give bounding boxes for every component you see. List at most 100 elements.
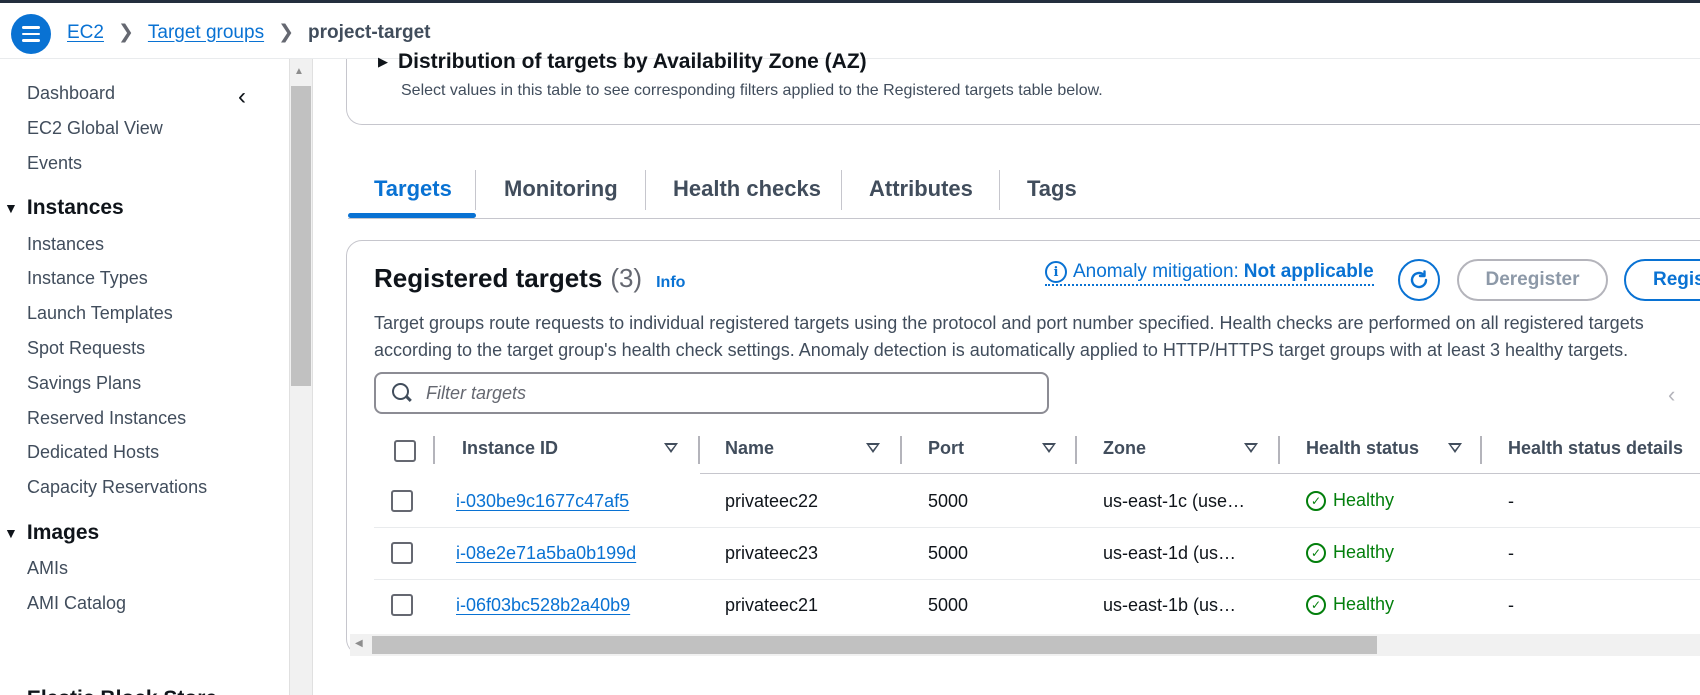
target-zone: us-east-1b (us… bbox=[1103, 595, 1237, 615]
row-checkbox[interactable] bbox=[391, 490, 413, 512]
sidebar-section-elastic-block-store[interactable]: ▼ Elastic Block Store bbox=[4, 687, 217, 695]
tab-divider bbox=[475, 170, 476, 210]
anomaly-mitigation-value: Not applicable bbox=[1243, 261, 1374, 282]
tab-divider bbox=[645, 170, 646, 210]
target-zone: us-east-1d (us… bbox=[1103, 543, 1237, 563]
az-distribution-title: Distribution of targets by Availability … bbox=[398, 50, 867, 73]
tab-monitoring[interactable]: Monitoring bbox=[504, 176, 618, 202]
instance-id-link[interactable]: i-08e2e71a5ba0b199d bbox=[456, 543, 636, 564]
sidebar-item-spot-requests[interactable]: Spot Requests bbox=[27, 338, 145, 359]
row-divider bbox=[374, 527, 1700, 528]
column-header-port[interactable]: Port bbox=[928, 438, 964, 459]
target-port: 5000 bbox=[928, 491, 969, 511]
column-header-zone[interactable]: Zone bbox=[1103, 438, 1146, 459]
target-zone: us-east-1c (use… bbox=[1103, 491, 1246, 511]
health-status: ✓ Healthy bbox=[1306, 490, 1394, 511]
row-checkbox[interactable] bbox=[391, 594, 413, 616]
health-status: ✓ Healthy bbox=[1306, 542, 1394, 563]
column-divider bbox=[1278, 436, 1280, 464]
registered-targets-header: Registered targets (3) Info bbox=[374, 263, 685, 294]
caret-down-icon: ▼ bbox=[4, 200, 18, 216]
tab-baseline bbox=[348, 218, 1700, 219]
column-header-health-status[interactable]: Health status bbox=[1306, 438, 1419, 459]
sidebar-item-savings-plans[interactable]: Savings Plans bbox=[27, 373, 141, 394]
filter-targets-field[interactable] bbox=[374, 372, 1049, 414]
select-all-checkbox[interactable] bbox=[394, 440, 416, 462]
sidebar: Dashboard ‹ EC2 Global View Events ▼ Ins… bbox=[0, 59, 290, 695]
sort-icon[interactable] bbox=[1042, 443, 1056, 453]
filter-targets-input[interactable] bbox=[426, 382, 1026, 404]
sidebar-item-dedicated-hosts[interactable]: Dedicated Hosts bbox=[27, 442, 159, 463]
breadcrumb-ec2[interactable]: EC2 bbox=[67, 22, 104, 44]
registered-targets-description: Target groups route requests to individu… bbox=[374, 310, 1700, 364]
sidebar-item-instance-types[interactable]: Instance Types bbox=[27, 268, 148, 289]
scroll-up-arrow-icon[interactable]: ▲ bbox=[294, 66, 304, 77]
sidebar-section-label: Elastic Block Store bbox=[27, 687, 217, 695]
sidebar-section-images[interactable]: ▼ Images bbox=[4, 521, 99, 545]
az-distribution-toggle[interactable]: ▶ Distribution of targets by Availabilit… bbox=[378, 50, 867, 74]
sort-icon[interactable] bbox=[1244, 443, 1258, 453]
tab-tags[interactable]: Tags bbox=[1027, 176, 1077, 202]
caret-right-icon: ▶ bbox=[378, 54, 388, 69]
sort-icon[interactable] bbox=[664, 443, 678, 453]
breadcrumb-current: project-target bbox=[308, 21, 431, 43]
sidebar-item-amis[interactable]: AMIs bbox=[27, 558, 68, 579]
column-header-name[interactable]: Name bbox=[725, 438, 774, 459]
sidebar-item-launch-templates[interactable]: Launch Templates bbox=[27, 303, 173, 324]
tab-attributes[interactable]: Attributes bbox=[869, 176, 973, 202]
instance-id-link[interactable]: i-030be9c1677c47af5 bbox=[456, 491, 629, 512]
caret-down-icon: ▼ bbox=[4, 525, 18, 541]
register-targets-button[interactable]: Register targets bbox=[1624, 259, 1700, 301]
collapse-sidebar-icon[interactable]: ‹ bbox=[238, 85, 258, 109]
sidebar-item-ami-catalog[interactable]: AMI Catalog bbox=[27, 593, 126, 614]
anomaly-mitigation-link[interactable]: i Anomaly mitigation: Not applicable bbox=[1045, 261, 1374, 286]
sidebar-item-reserved-instances[interactable]: Reserved Instances bbox=[27, 408, 186, 429]
chevron-left-icon[interactable]: ‹ bbox=[1668, 382, 1675, 408]
row-checkbox[interactable] bbox=[391, 542, 413, 564]
column-header-instance-id[interactable]: Instance ID bbox=[462, 438, 558, 459]
sidebar-item-capacity-reservations[interactable]: Capacity Reservations bbox=[27, 477, 207, 498]
breadcrumb-target-groups[interactable]: Target groups bbox=[148, 22, 264, 44]
table-horizontal-scrollbar-thumb[interactable] bbox=[372, 636, 1377, 654]
row-divider bbox=[374, 579, 1700, 580]
column-divider bbox=[433, 436, 435, 464]
scroll-left-arrow-icon[interactable]: ◀ bbox=[355, 638, 363, 649]
chevron-right-icon: ❯ bbox=[117, 22, 134, 43]
sidebar-section-instances[interactable]: ▼ Instances bbox=[4, 196, 124, 220]
anomaly-mitigation-label: Anomaly mitigation: bbox=[1073, 261, 1239, 282]
menu-icon[interactable] bbox=[11, 14, 51, 54]
tab-targets[interactable]: Targets bbox=[374, 176, 452, 202]
target-name: privateec23 bbox=[725, 543, 819, 563]
deregister-button[interactable]: Deregister bbox=[1457, 259, 1608, 301]
sidebar-item-events[interactable]: Events bbox=[27, 153, 82, 174]
tab-health-checks[interactable]: Health checks bbox=[673, 176, 821, 202]
column-header-health-status-details[interactable]: Health status details bbox=[1508, 438, 1683, 459]
instance-id-link[interactable]: i-06f03bc528b2a40b9 bbox=[456, 595, 630, 616]
sidebar-item-dashboard[interactable]: Dashboard bbox=[27, 83, 115, 104]
sort-icon[interactable] bbox=[1448, 443, 1462, 453]
table-header-divider bbox=[700, 473, 1700, 474]
target-name: privateec21 bbox=[725, 595, 819, 615]
health-status-details: - bbox=[1508, 491, 1514, 511]
health-status: ✓ Healthy bbox=[1306, 594, 1394, 615]
sidebar-item-instances[interactable]: Instances bbox=[27, 234, 104, 255]
health-status-details: - bbox=[1508, 543, 1514, 563]
check-circle-icon: ✓ bbox=[1306, 490, 1326, 511]
sidebar-scrollbar-thumb[interactable] bbox=[291, 86, 311, 386]
column-divider bbox=[900, 436, 902, 464]
info-link[interactable]: Info bbox=[656, 274, 685, 292]
health-status-label: Healthy bbox=[1333, 594, 1395, 614]
info-circle-icon: i bbox=[1045, 261, 1067, 283]
check-circle-icon: ✓ bbox=[1306, 594, 1326, 615]
column-divider bbox=[698, 436, 700, 464]
health-status-label: Healthy bbox=[1333, 490, 1395, 510]
chevron-right-icon: ❯ bbox=[278, 22, 294, 43]
caret-down-icon: ▼ bbox=[4, 691, 18, 695]
sidebar-item-ec2-global-view[interactable]: EC2 Global View bbox=[27, 118, 163, 139]
target-port: 5000 bbox=[928, 543, 969, 563]
refresh-button[interactable] bbox=[1398, 259, 1440, 301]
registered-targets-title: Registered targets bbox=[374, 263, 603, 293]
breadcrumb: EC2 ❯ Target groups ❯ project-target bbox=[67, 21, 430, 44]
sort-icon[interactable] bbox=[866, 443, 880, 453]
health-status-details: - bbox=[1508, 595, 1514, 615]
